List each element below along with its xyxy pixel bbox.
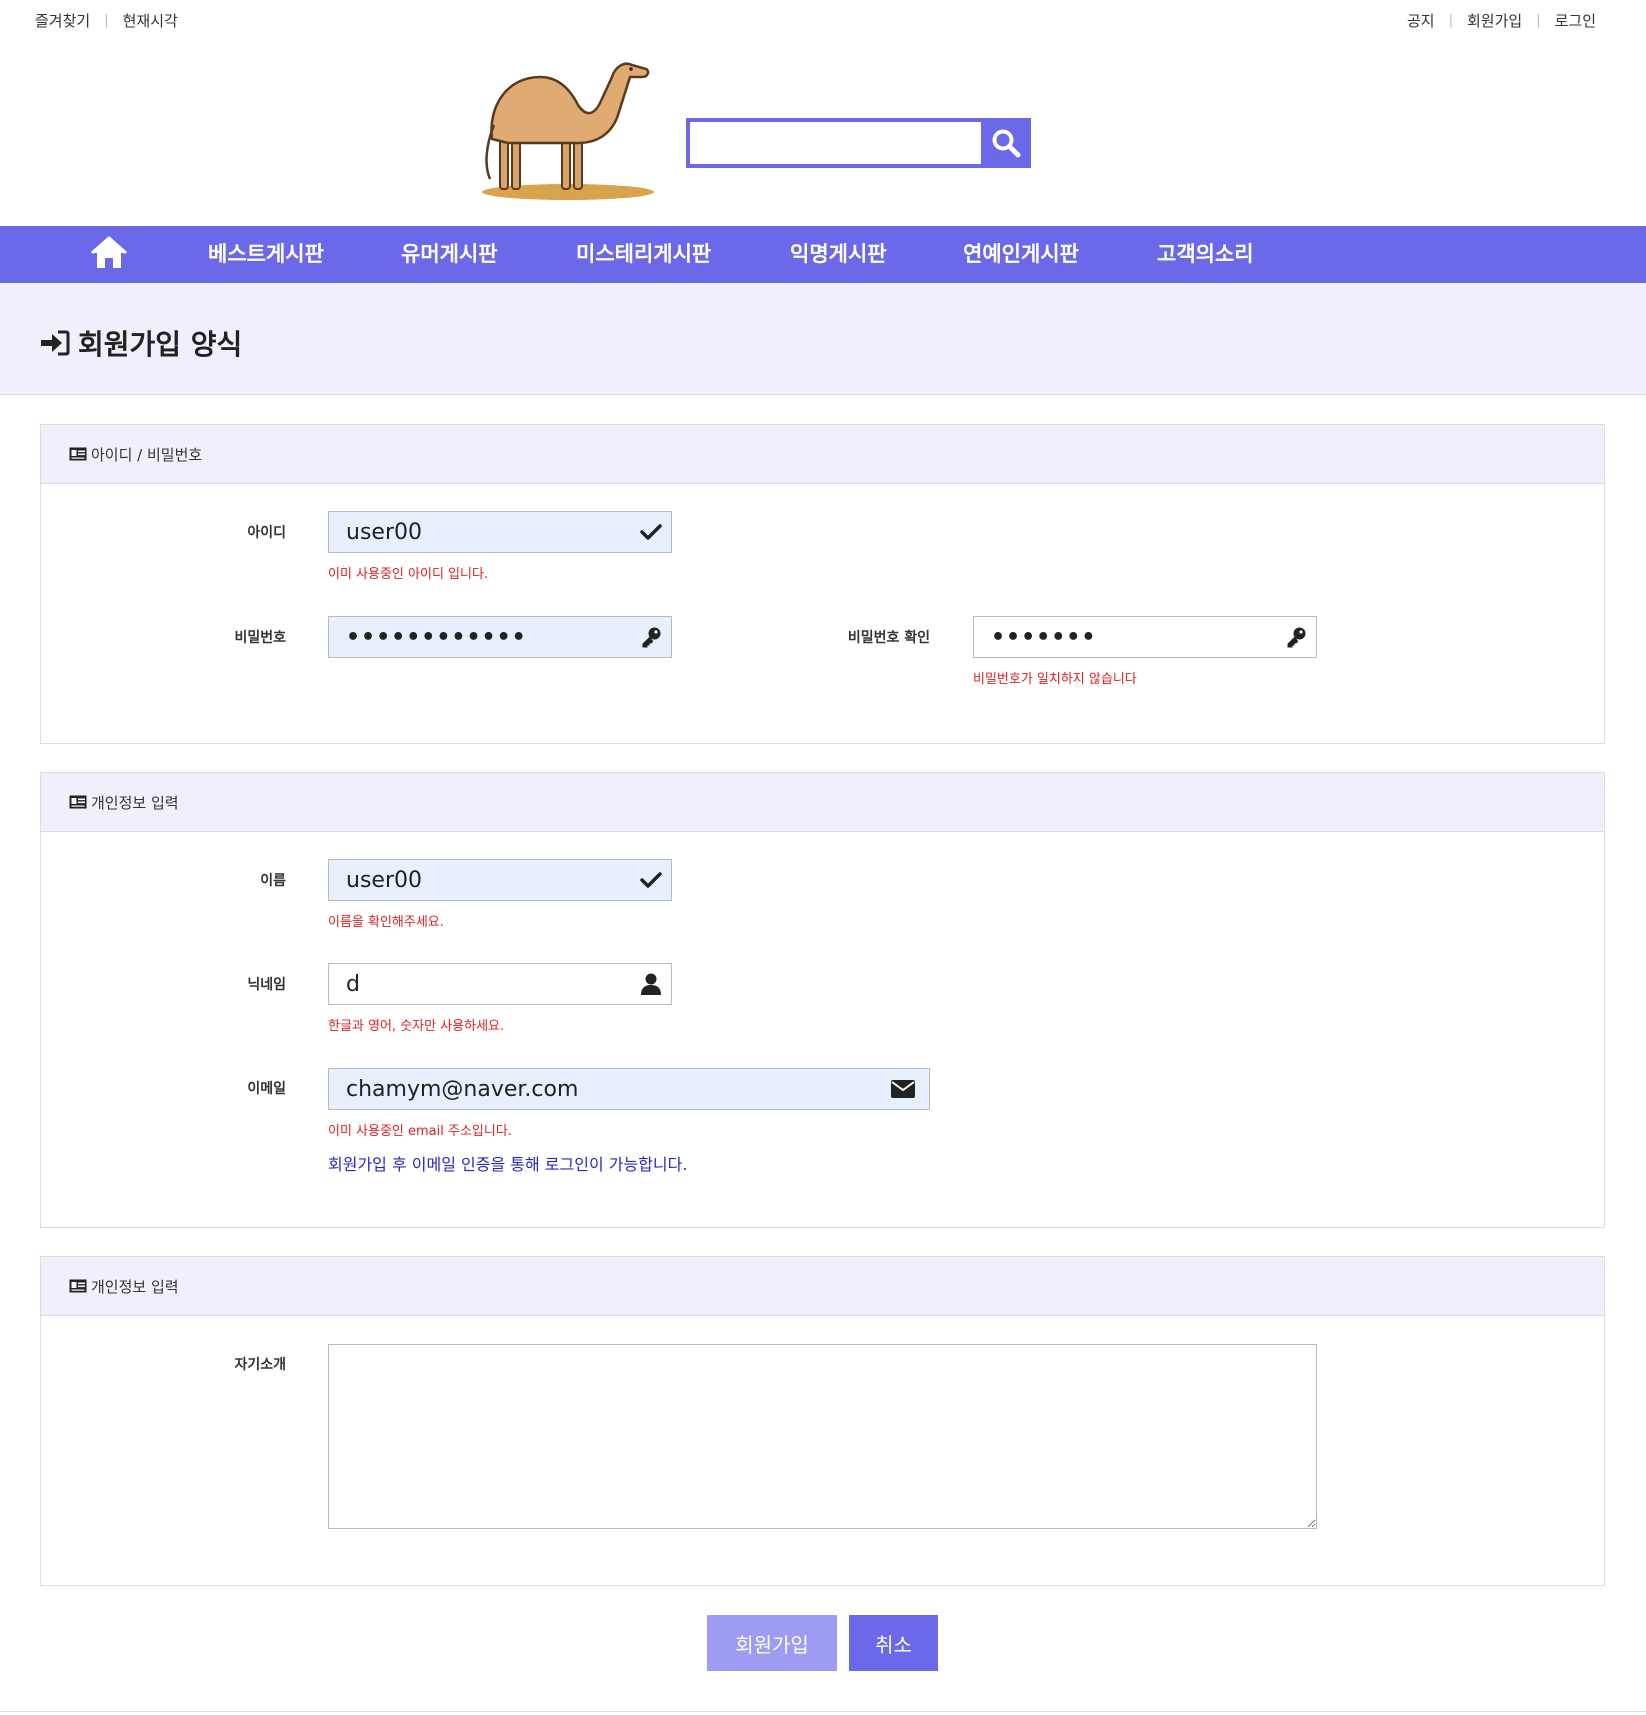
sign-in-icon xyxy=(41,330,70,356)
nav-item-best[interactable]: 베스트게시판 xyxy=(208,226,324,283)
introduction-textarea[interactable] xyxy=(328,1344,1317,1529)
name-label: 이름 xyxy=(260,873,286,889)
search-icon xyxy=(992,129,1021,158)
main-nav: 베스트게시판 유머게시판 미스테리게시판 익명게시판 연예인게시판 고객의소리 xyxy=(0,226,1646,283)
nickname-value: d xyxy=(346,971,360,997)
top-utility-bar: 즐겨찾기 | 현재시각 공지 | 회원가입 | 로그인 xyxy=(0,0,1646,40)
nickname-error: 한글과 영어, 숫자만 사용하세요. xyxy=(328,1019,505,1034)
id-value: user00 xyxy=(346,519,422,545)
nickname-field[interactable]: d xyxy=(328,963,672,1005)
password-confirm-field[interactable]: ••••••• xyxy=(973,616,1317,658)
id-card-icon xyxy=(69,1279,87,1293)
password-label: 비밀번호 xyxy=(234,630,286,646)
key-icon xyxy=(631,617,671,657)
email-label: 이메일 xyxy=(247,1081,286,1097)
password-field[interactable]: •••••••••••• xyxy=(328,616,672,658)
signup-link[interactable]: 회원가입 xyxy=(1467,10,1522,31)
panel-id-password: 아이디 / 비밀번호 xyxy=(40,424,1605,744)
password-confirm-label: 비밀번호 확인 xyxy=(847,630,930,646)
email-field[interactable]: chamym@naver.com xyxy=(328,1068,930,1110)
nickname-label: 닉네임 xyxy=(247,977,286,993)
email-value: chamym@naver.com xyxy=(346,1076,579,1102)
panel-header-label: 아이디 / 비밀번호 xyxy=(91,445,203,464)
panel-header: 아이디 / 비밀번호 xyxy=(41,425,1604,484)
id-card-icon xyxy=(69,795,87,809)
cancel-button[interactable]: 취소 xyxy=(849,1615,938,1671)
password-confirm-error: 비밀번호가 일치하지 않습니다 xyxy=(973,672,1137,687)
check-icon xyxy=(631,860,671,900)
user-icon xyxy=(631,964,671,1004)
login-link[interactable]: 로그인 xyxy=(1555,10,1596,31)
id-card-icon xyxy=(69,447,87,461)
notice-link[interactable]: 공지 xyxy=(1407,10,1435,31)
panel-header: 개인정보 입력 xyxy=(41,773,1604,832)
introduction-label: 자기소개 xyxy=(234,1357,286,1373)
id-error: 이미 사용중인 아이디 입니다. xyxy=(328,567,489,582)
key-icon xyxy=(1276,617,1316,657)
nav-item-anonymous[interactable]: 익명게시판 xyxy=(790,226,887,283)
panel-personal-info: 개인정보 입력 xyxy=(40,772,1605,1228)
panel-header-label: 개인정보 입력 xyxy=(91,1277,179,1296)
email-info: 회원가입 후 이메일 인증을 통해 로그인이 가능합니다. xyxy=(328,1155,688,1174)
panel-header-label: 개인정보 입력 xyxy=(91,793,179,812)
divider: | xyxy=(104,13,109,28)
name-value: user00 xyxy=(346,867,422,893)
password-value: •••••••••••• xyxy=(346,624,527,650)
camel-logo[interactable] xyxy=(478,55,668,205)
id-field[interactable]: user00 xyxy=(328,511,672,553)
home-icon[interactable] xyxy=(90,236,128,272)
name-field[interactable]: user00 xyxy=(328,859,672,901)
envelope-icon xyxy=(883,1069,923,1109)
id-label: 아이디 xyxy=(247,525,286,541)
bookmark-link[interactable]: 즐겨찾기 xyxy=(35,10,90,31)
divider: | xyxy=(1448,13,1453,28)
name-error: 이름을 확인해주세요. xyxy=(328,915,444,930)
page-title: 회원가입 양식 xyxy=(78,328,243,361)
password-confirm-value: ••••••• xyxy=(991,624,1097,650)
search-bar xyxy=(686,118,1031,168)
search-input[interactable] xyxy=(686,118,981,168)
check-icon xyxy=(631,512,671,552)
panel-header: 개인정보 입력 xyxy=(41,1257,1604,1316)
divider: | xyxy=(1536,13,1541,28)
current-time-link[interactable]: 현재시각 xyxy=(123,10,178,31)
email-error: 이미 사용중인 email 주소입니다. xyxy=(328,1124,512,1139)
page-title-band: 회원가입 양식 xyxy=(0,283,1646,395)
nav-item-customer-voice[interactable]: 고객의소리 xyxy=(1157,226,1254,283)
footer-divider xyxy=(0,1711,1646,1712)
nav-item-mystery[interactable]: 미스테리게시판 xyxy=(576,226,711,283)
nav-item-celebrity[interactable]: 연예인게시판 xyxy=(963,226,1079,283)
search-button[interactable] xyxy=(981,118,1031,168)
nav-item-humor[interactable]: 유머게시판 xyxy=(401,226,498,283)
submit-button[interactable]: 회원가입 xyxy=(707,1615,837,1671)
